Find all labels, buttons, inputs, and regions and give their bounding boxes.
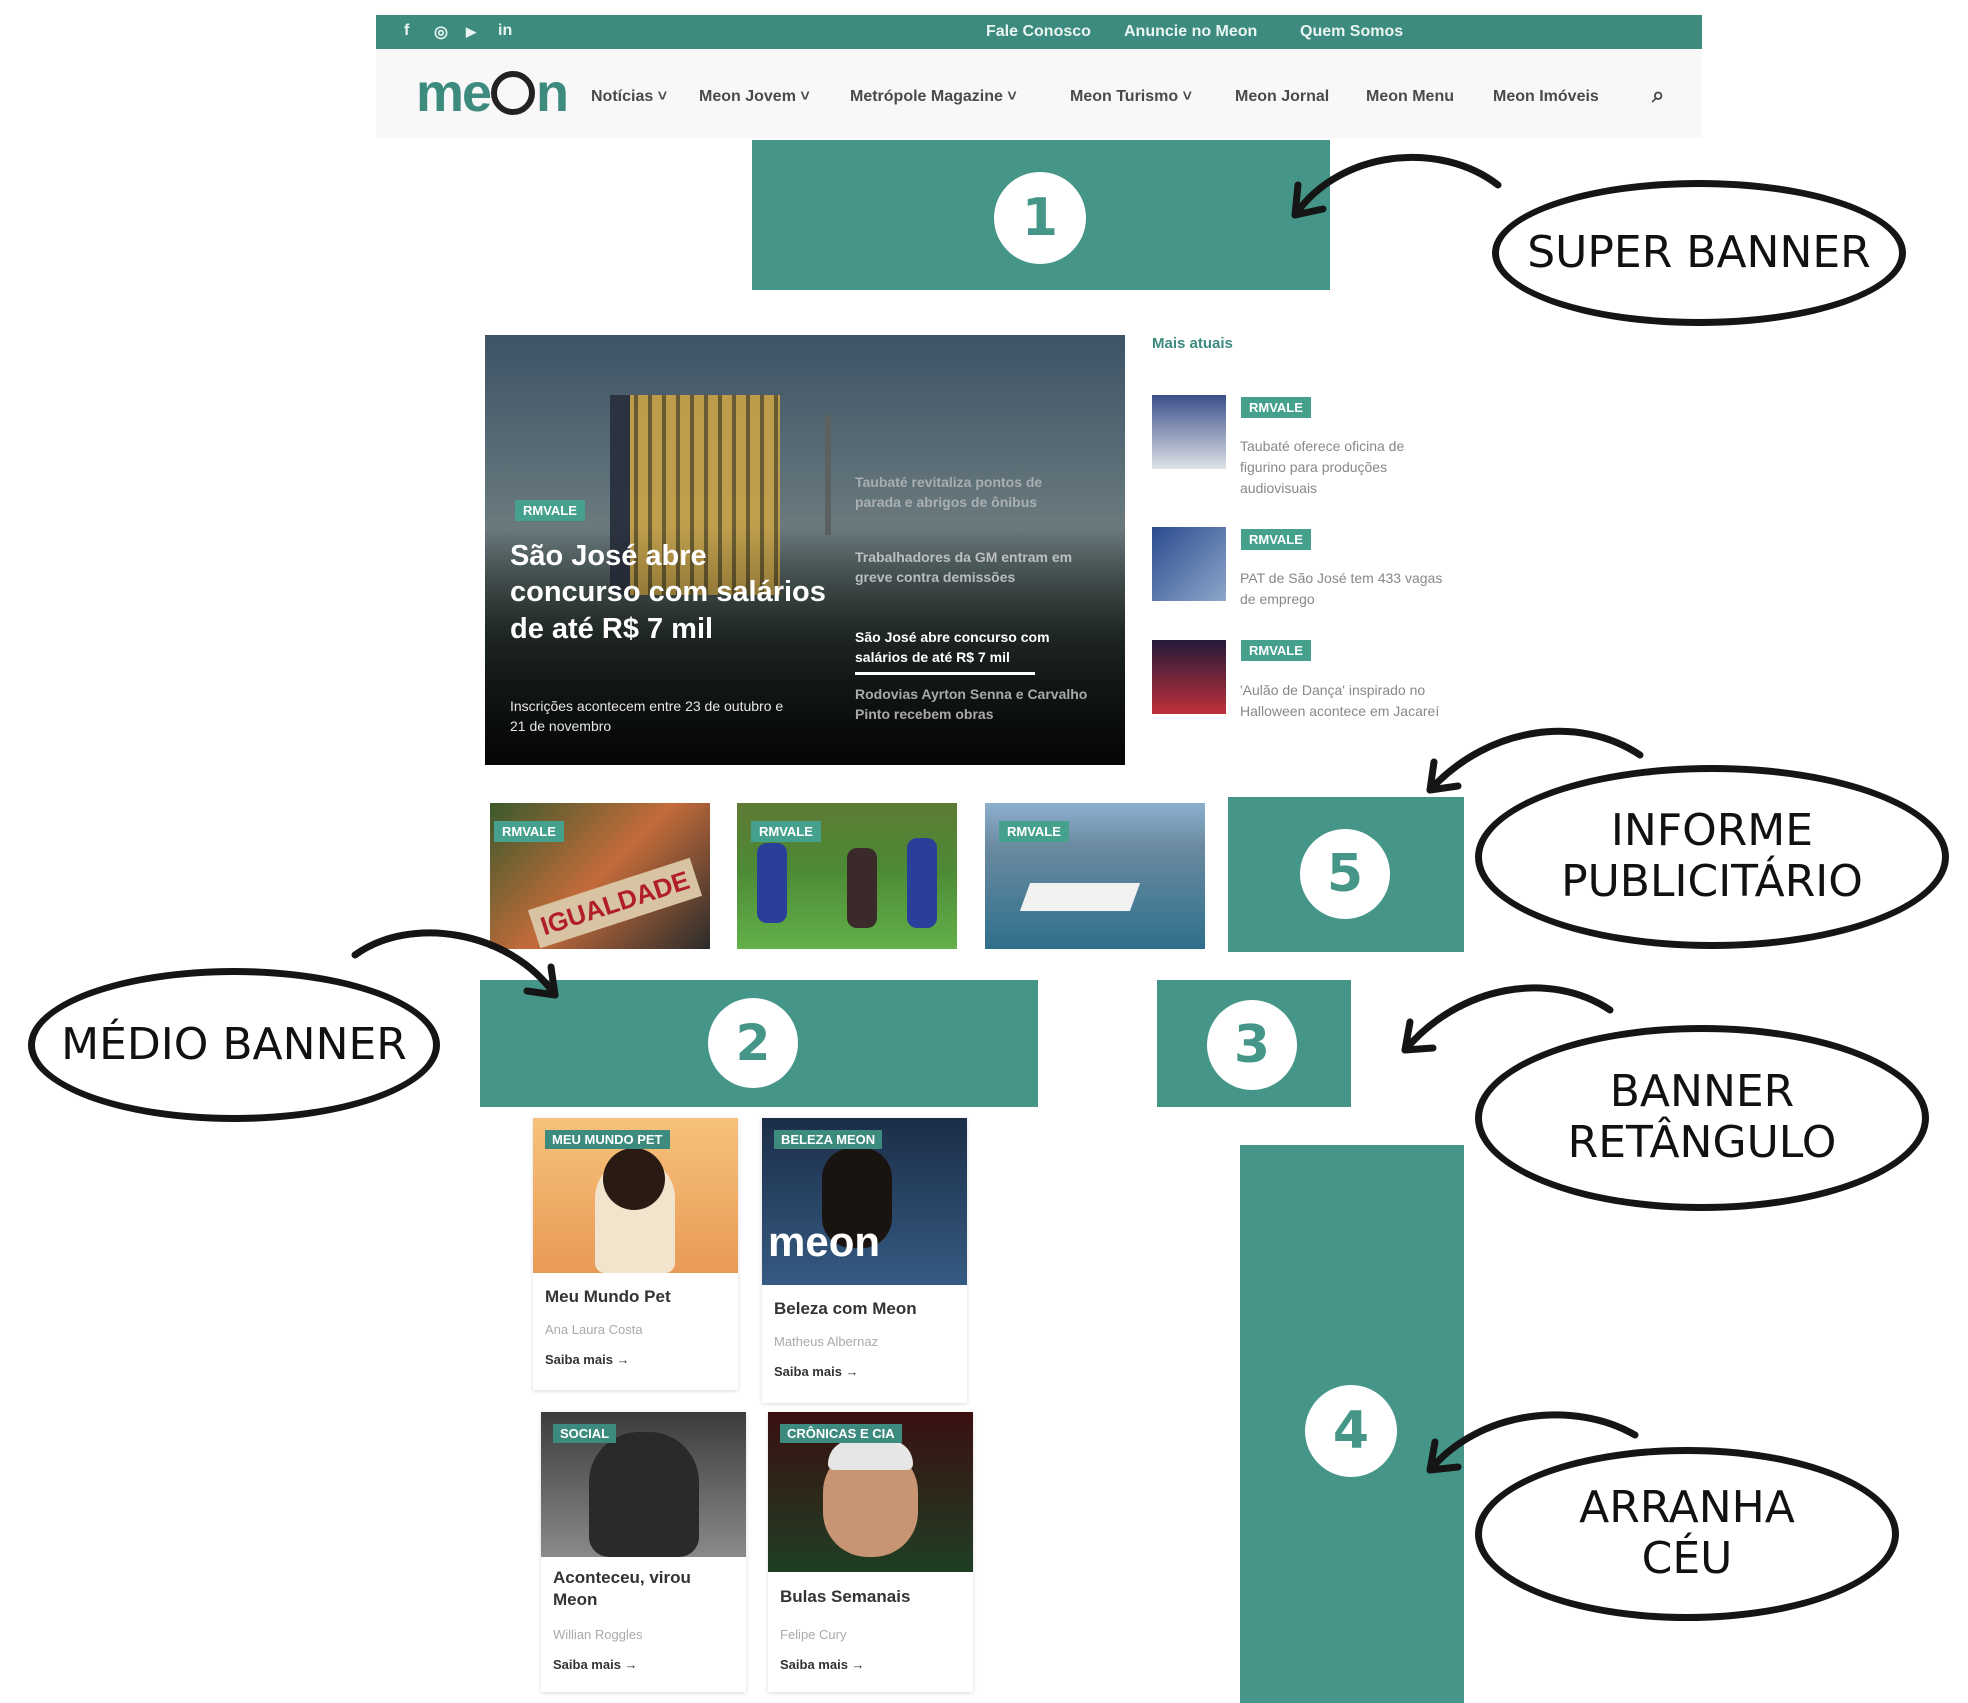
label-text: CÉU [1641,1533,1733,1584]
label-text: RETÂNGULO [1567,1117,1837,1168]
label-informe-publicitario: INFORME PUBLICITÁRIO [1475,765,1949,949]
label-text: PUBLICITÁRIO [1561,856,1863,907]
label-super-banner: SUPER BANNER [1492,180,1906,326]
label-text: SUPER BANNER [1527,226,1871,278]
label-medio-banner: MÉDIO BANNER [28,968,440,1122]
label-text: BANNER [1609,1066,1795,1118]
label-banner-retangulo: BANNER RETÂNGULO [1475,1025,1929,1211]
label-text: INFORME [1610,805,1814,857]
arrow-medio-banner [351,929,559,999]
label-text: MÉDIO BANNER [61,1018,407,1070]
label-text: ARRANHA [1579,1482,1795,1534]
label-arranha-ceu: ARRANHA CÉU [1475,1447,1899,1621]
arrow-super-banner [1291,154,1502,219]
